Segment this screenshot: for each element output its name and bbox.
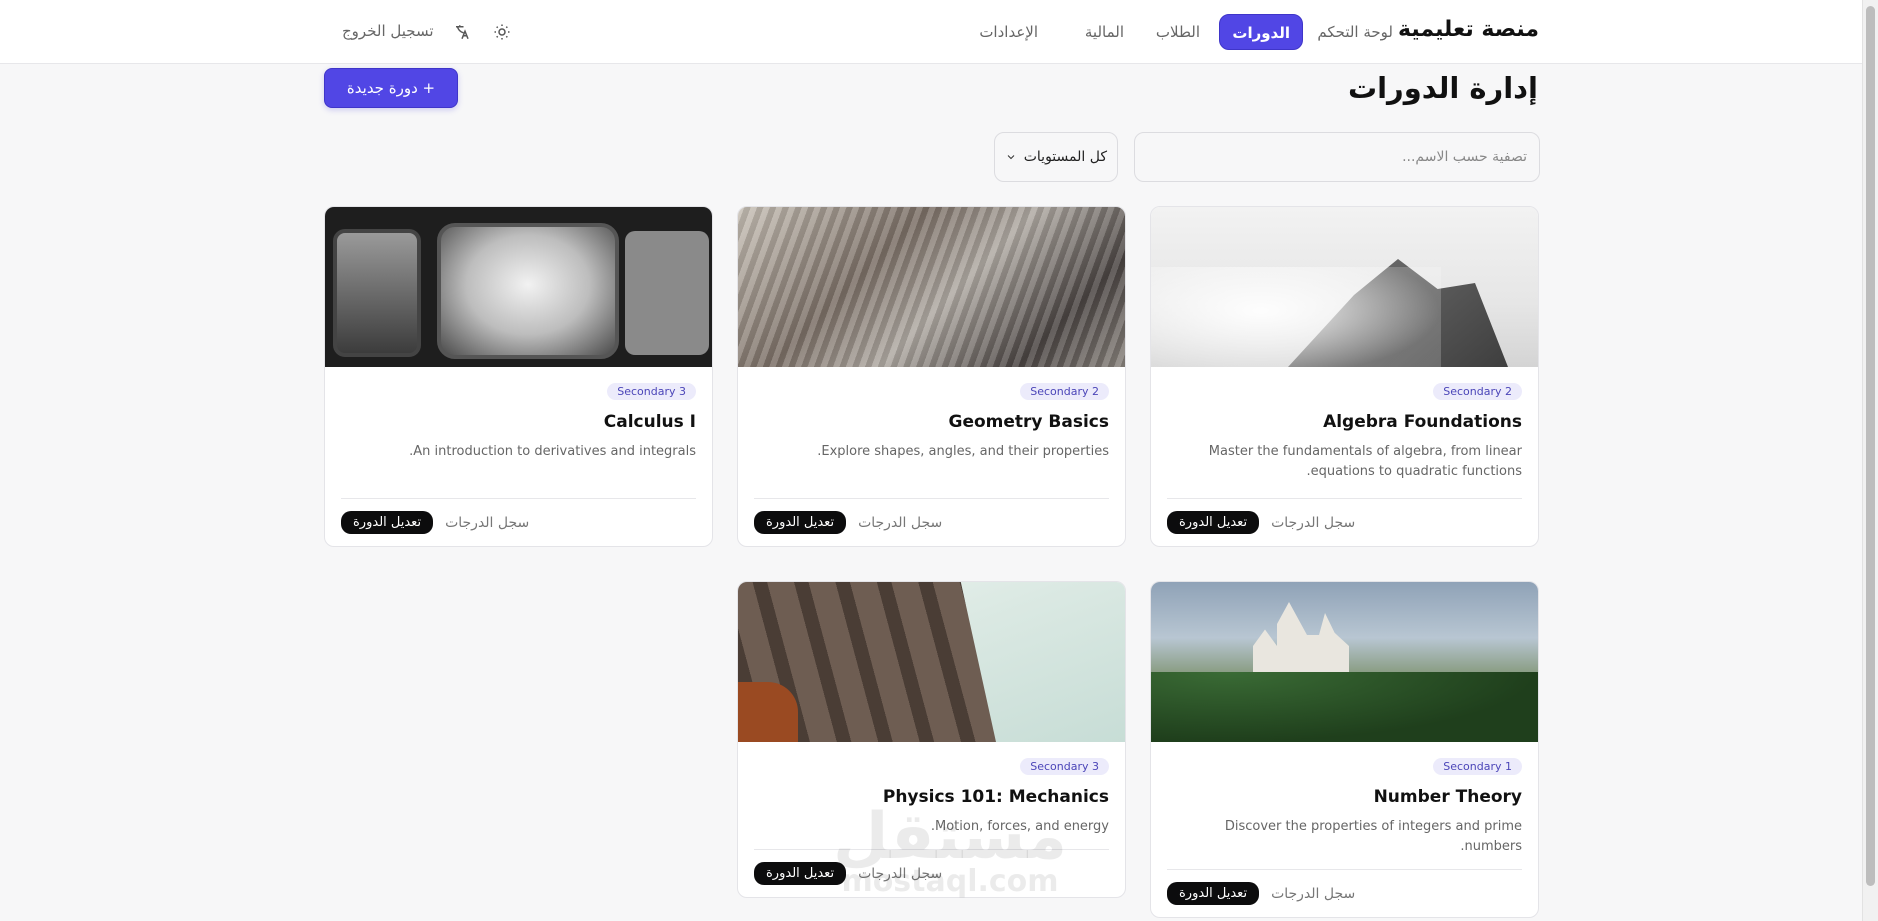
course-title: Geometry Basics [948,412,1110,432]
search-input[interactable]: تصفية حسب الاسم... [1134,132,1540,182]
translate-icon [456,25,469,40]
course-image [325,207,712,367]
level-badge: Secondary 2 [1020,383,1109,400]
gradebook-link[interactable]: سجل الدرجات [445,515,529,531]
edit-course-button[interactable]: تعديل الدورة [754,511,847,534]
level-badge: Secondary 2 [1433,383,1522,400]
page-scrollbar[interactable] [1862,0,1878,921]
gradebook-link[interactable]: سجل الدرجات [1271,515,1355,531]
chevron-down-icon [1007,155,1015,160]
card-actions: تعديل الدورة سجل الدرجات [341,498,696,546]
scrollbar-thumb[interactable] [1866,6,1875,886]
course-image [1151,582,1538,742]
watermark-domain: mostaql.com [841,864,1059,899]
edit-course-button[interactable]: تعديل الدورة [1167,511,1260,534]
course-card: Secondary 1 Number Theory Discover the p… [1150,581,1539,918]
level-select-value: كل المستويات [1023,149,1107,165]
watermark-text: مستقل [832,800,1068,874]
card-actions: تعديل الدورة سجل الدرجات [754,498,1109,546]
brand-title: منصة تعليمية [1398,17,1539,42]
course-image [1151,207,1538,367]
course-card: Secondary 2 Algebra Foundations Master t… [1150,206,1539,547]
level-badge: Secondary 3 [1020,758,1109,775]
nav-dashboard[interactable]: لوحة التحكم [1305,14,1405,50]
edit-course-button[interactable]: تعديل الدورة [1167,882,1260,905]
course-description: Discover the properties of integers and … [1224,819,1522,854]
top-navigation-bar: منصة تعليمية لوحة التحكم الدورات الطلاب … [0,0,1862,64]
nav-students[interactable]: الطلاب [1144,14,1212,50]
course-image [738,582,1125,742]
gradebook-link[interactable]: سجل الدرجات [1271,886,1355,902]
course-description: An introduction to derivatives and integ… [409,444,696,459]
new-course-button[interactable]: + دورة جديدة [324,68,458,108]
page-title: إدارة الدورات [1347,71,1538,105]
level-badge: Secondary 3 [607,383,696,400]
course-title: Calculus I [603,412,696,432]
card-actions: تعديل الدورة سجل الدرجات [1167,869,1522,917]
course-card: Secondary 2 Geometry Basics Explore shap… [737,206,1126,547]
course-card: Secondary 3 Calculus I An introduction t… [324,206,713,547]
nav-settings[interactable]: الإعدادات [967,14,1050,50]
level-select[interactable]: كل المستويات [994,132,1118,182]
logout-link[interactable]: تسجيل الخروج [342,22,434,40]
theme-toggle-button[interactable] [488,18,516,46]
nav-courses[interactable]: الدورات [1219,14,1303,50]
card-actions: تعديل الدورة سجل الدرجات [1167,498,1522,546]
gradebook-link[interactable]: سجل الدرجات [858,515,942,531]
level-badge: Secondary 1 [1433,758,1522,775]
edit-course-button[interactable]: تعديل الدورة [341,511,434,534]
course-title: Number Theory [1373,787,1522,807]
sun-icon [494,24,510,40]
course-image [738,207,1125,367]
language-toggle-button[interactable] [448,18,476,46]
course-description: Explore shapes, angles, and their proper… [817,444,1109,459]
nav-finance[interactable]: المالية [1073,14,1136,50]
watermark: مستقل mostaql.com [820,800,1080,900]
course-title: Algebra Foundations [1323,412,1522,432]
course-description: Master the fundamentals of algebra, from… [1208,444,1522,479]
